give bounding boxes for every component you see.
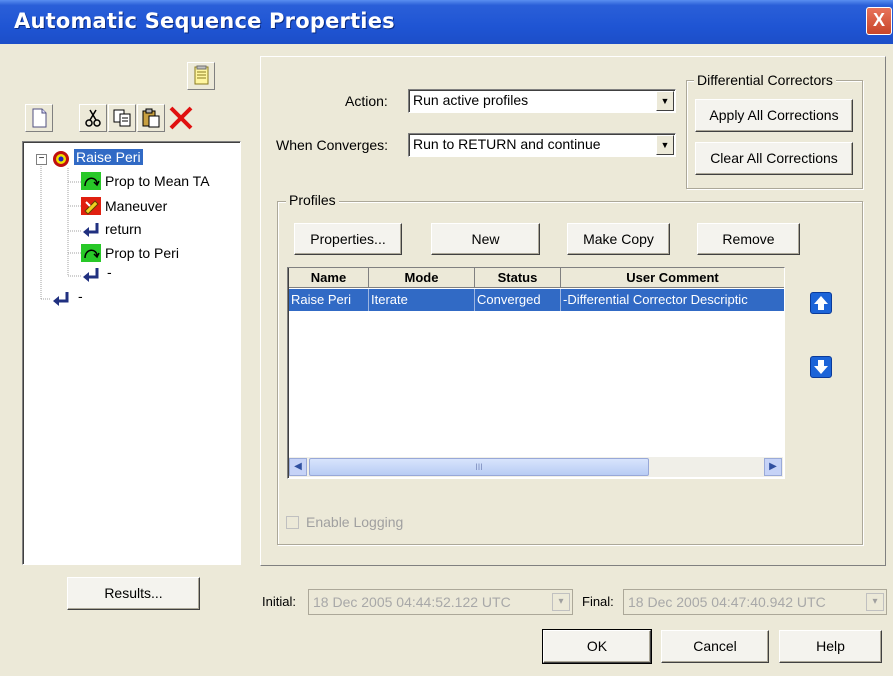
notes-toolbar-button[interactable]	[187, 62, 215, 90]
tree-item-prop-to-peri[interactable]: Prop to Peri	[105, 245, 179, 261]
help-button[interactable]: Help	[779, 630, 882, 663]
converges-value: Run to RETURN and continue	[413, 136, 601, 152]
target-icon	[53, 151, 69, 167]
tree-item-sequence-end[interactable]: -	[78, 288, 83, 304]
tree-item-return[interactable]: return	[105, 221, 142, 237]
scroll-thumb[interactable]: III	[309, 458, 649, 476]
final-epoch-field: 18 Dec 2005 04:47:40.942 UTC ▾	[623, 589, 887, 615]
ok-button[interactable]: OK	[542, 629, 652, 664]
converges-label: When Converges:	[276, 137, 389, 153]
new-profile-button[interactable]: New	[431, 223, 540, 255]
row-status: Converged	[475, 289, 561, 311]
tree-item-prop-to-mean-ta[interactable]: Prop to Mean TA	[105, 173, 210, 189]
move-up-button[interactable]	[810, 292, 832, 314]
clear-all-corrections-button[interactable]: Clear All Corrections	[695, 142, 853, 175]
initial-epoch-field: 18 Dec 2005 04:44:52.122 UTC ▾	[308, 589, 573, 615]
move-down-button[interactable]	[810, 356, 832, 378]
copy-icon	[113, 109, 131, 127]
column-header-mode[interactable]: Mode	[369, 268, 475, 288]
diff-correctors-title: Differential Correctors	[694, 72, 836, 88]
copy-button[interactable]	[108, 104, 136, 132]
enable-logging-checkbox[interactable]	[286, 516, 299, 529]
cancel-button[interactable]: Cancel	[661, 630, 769, 663]
dropdown-arrow-icon[interactable]: ▼	[656, 91, 674, 111]
delete-button[interactable]	[167, 104, 195, 132]
results-button[interactable]: Results...	[67, 577, 200, 610]
row-name: Raise Peri	[289, 289, 369, 311]
window-title: Automatic Sequence Properties	[14, 9, 395, 33]
make-copy-button[interactable]: Make Copy	[567, 223, 670, 255]
scroll-right-icon[interactable]: ▶	[764, 458, 782, 476]
action-label: Action:	[345, 93, 388, 109]
converges-select[interactable]: Run to RETURN and continue ▼	[408, 133, 676, 157]
action-select[interactable]: Run active profiles ▼	[408, 89, 676, 113]
cut-button[interactable]	[79, 104, 107, 132]
dropdown-arrow-icon[interactable]: ▼	[656, 135, 674, 155]
remove-button[interactable]: Remove	[697, 223, 800, 255]
column-header-name[interactable]: Name	[289, 268, 369, 288]
column-header-comment[interactable]: User Comment	[561, 268, 784, 288]
profiles-table[interactable]: Name Mode Status User Comment Raise Peri…	[287, 267, 785, 479]
collapse-toggle[interactable]: −	[36, 154, 47, 165]
return-icon	[83, 223, 99, 237]
title-bar: Automatic Sequence Properties X	[0, 0, 893, 44]
propagate-icon	[81, 244, 101, 262]
row-comment: -Differential Corrector Descriptic	[563, 292, 748, 307]
maneuver-icon	[81, 197, 101, 215]
tree-item-raise-peri[interactable]: Raise Peri	[74, 149, 143, 165]
new-segment-button[interactable]	[25, 104, 53, 132]
horizontal-scrollbar[interactable]: ◀ III ▶	[289, 457, 783, 477]
paste-icon	[142, 108, 160, 128]
return-icon	[83, 268, 99, 282]
column-header-status[interactable]: Status	[475, 268, 561, 288]
propagate-icon	[81, 172, 101, 190]
arrow-up-icon	[814, 296, 828, 310]
return-icon	[53, 292, 69, 306]
initial-epoch-value: 18 Dec 2005 04:44:52.122 UTC	[313, 594, 511, 610]
apply-all-corrections-button[interactable]: Apply All Corrections	[695, 99, 853, 132]
epoch-picker-icon: ▾	[552, 593, 570, 611]
final-label: Final:	[582, 594, 614, 609]
arrow-down-icon	[814, 360, 828, 374]
epoch-picker-icon: ▾	[866, 593, 884, 611]
row-mode: Iterate	[369, 289, 475, 311]
properties-button[interactable]: Properties...	[294, 223, 402, 255]
sequence-tree[interactable]: − Raise Peri Prop to Mean TA Maneuver re…	[22, 141, 241, 565]
scroll-left-icon[interactable]: ◀	[289, 458, 307, 476]
scissors-icon	[85, 109, 101, 127]
final-epoch-value: 18 Dec 2005 04:47:40.942 UTC	[628, 594, 826, 610]
new-page-icon	[32, 108, 47, 128]
paste-button[interactable]	[137, 104, 165, 132]
tree-item-maneuver[interactable]: Maneuver	[105, 198, 167, 214]
delete-x-icon	[169, 106, 193, 130]
tree-item-return-end[interactable]: -	[107, 264, 112, 280]
close-button[interactable]: X	[866, 7, 892, 35]
enable-logging-label: Enable Logging	[306, 514, 404, 530]
initial-label: Initial:	[262, 594, 296, 609]
action-value: Run active profiles	[413, 92, 529, 108]
notes-icon	[194, 65, 209, 85]
profiles-title: Profiles	[286, 192, 339, 208]
